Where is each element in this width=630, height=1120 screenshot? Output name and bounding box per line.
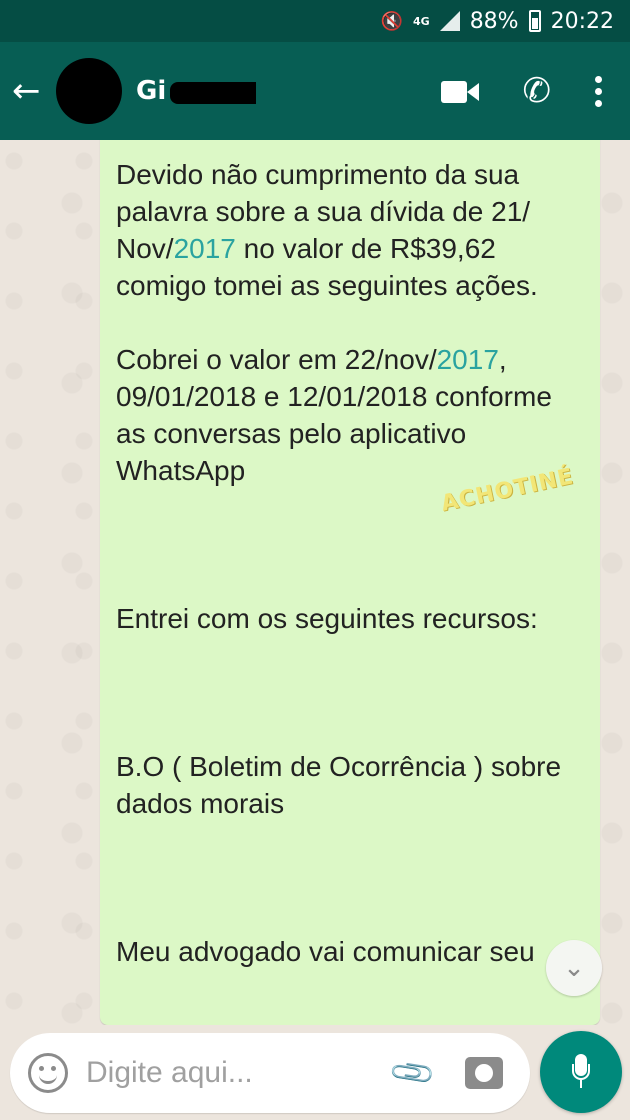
message-paragraph-3: Entrei com os seguintes recursos: <box>116 603 538 634</box>
signal-icon <box>439 11 460 31</box>
name-redaction <box>170 82 256 104</box>
date-link[interactable]: 2017 <box>437 344 499 375</box>
camera-icon[interactable] <box>465 1057 504 1089</box>
message-composer: 📎 <box>10 1033 530 1113</box>
paperclip-icon[interactable]: 📎 <box>387 1048 438 1099</box>
status-bar: 🔇 4G 88% 20:22 <box>0 0 630 42</box>
message-bubble[interactable]: Devido não cumprimento da sua palavra so… <box>100 140 600 1025</box>
chat-header: ← Gi ✆ <box>0 42 630 140</box>
emoji-icon[interactable] <box>28 1053 68 1093</box>
contact-name[interactable]: Gi <box>136 76 256 106</box>
video-call-icon[interactable] <box>440 79 479 103</box>
message-input[interactable] <box>86 1056 386 1090</box>
arrow-left-icon[interactable]: ← <box>12 71 48 111</box>
chevron-down-icon: ⌄ <box>563 953 585 983</box>
phone-call-icon[interactable]: ✆ <box>523 74 552 108</box>
battery-percent: 88% <box>469 8 519 34</box>
more-options-icon[interactable] <box>595 75 602 107</box>
microphone-icon <box>572 1054 590 1090</box>
input-bar: 📎 <box>0 1025 630 1120</box>
mute-icon: 🔇 <box>380 10 403 32</box>
date-link[interactable]: 2017 <box>174 233 236 264</box>
avatar[interactable] <box>56 58 122 124</box>
message-paragraph-4: B.O ( Boletim de Ocorrência ) sobre dado… <box>116 751 562 819</box>
message-paragraph-1: Devido não cumprimento da sua palavra so… <box>116 159 538 301</box>
chat-area[interactable]: Devido não cumprimento da sua palavra so… <box>0 140 630 1025</box>
scroll-down-button[interactable]: ⌄ <box>546 940 602 996</box>
message-paragraph-5: Meu advogado vai comunicar seu <box>116 936 535 967</box>
mic-button[interactable] <box>540 1031 622 1113</box>
battery-icon <box>528 10 541 32</box>
clock: 20:22 <box>550 8 614 34</box>
message-paragraph-2: Cobrei o valor em 22/nov/2017, 09/01/201… <box>116 344 552 486</box>
network-type: 4G <box>413 14 430 28</box>
